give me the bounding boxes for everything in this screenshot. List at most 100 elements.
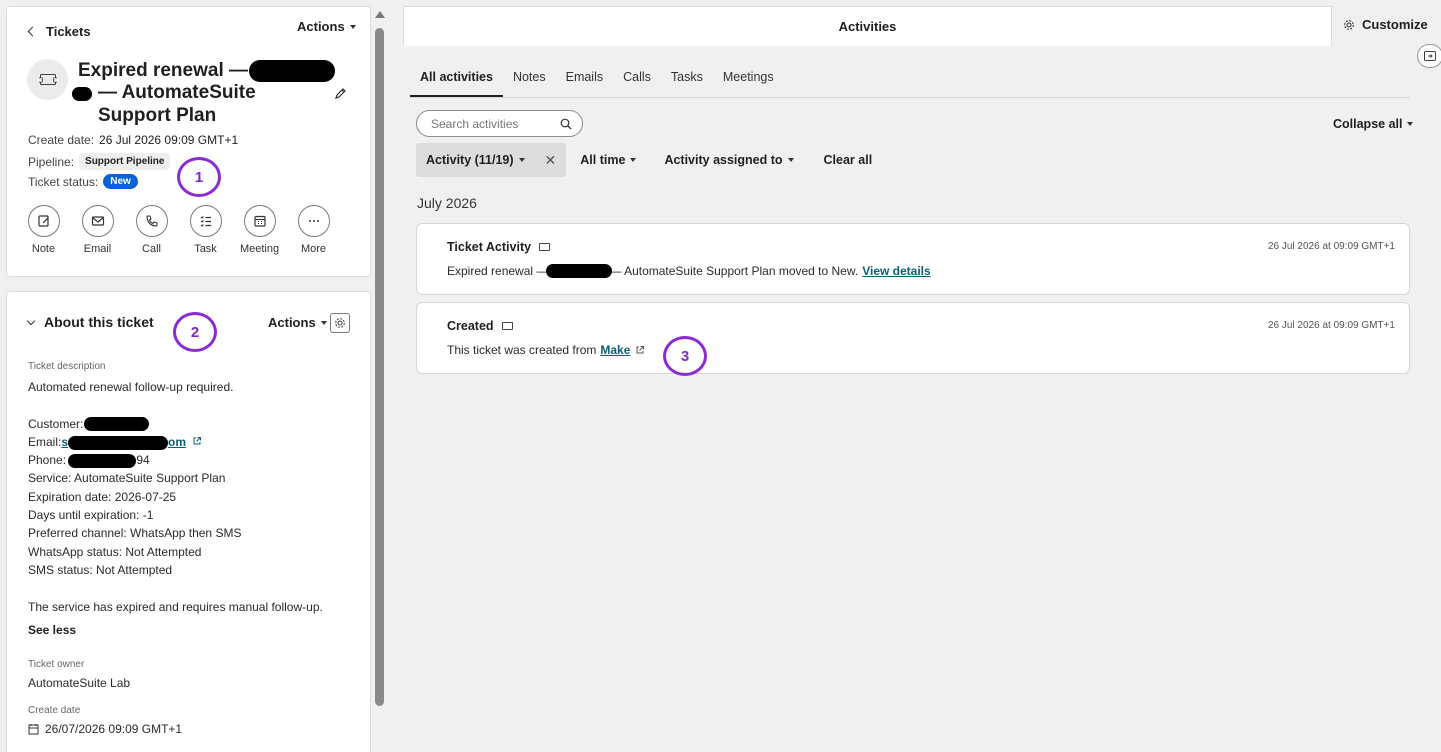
external-link-icon[interactable]	[192, 436, 202, 446]
caret-down-icon	[787, 158, 794, 162]
customize-button[interactable]: Customize	[1343, 17, 1428, 32]
email-action-button[interactable]	[81, 205, 114, 237]
status-badge[interactable]: New	[103, 174, 138, 189]
description-line: Automated renewal follow-up required.	[28, 380, 234, 394]
create-date-field[interactable]: 26/07/2026 09:09 GMT+1	[28, 722, 182, 736]
ticket-title-part1: Expired renewal —	[78, 60, 249, 82]
activity-timestamp: 26 Jul 2026 at 09:09 GMT+1	[1267, 320, 1395, 331]
email-link-end: om	[168, 434, 187, 449]
tab-tasks[interactable]: Tasks	[661, 70, 713, 98]
email-link-start: s	[61, 434, 69, 449]
gear-icon	[335, 318, 345, 328]
header-actions-button[interactable]: Actions	[297, 19, 356, 34]
activity-card[interactable]: Created 26 Jul 2026 at 09:09 GMT+1 This …	[416, 302, 1410, 376]
annotation-marker-3: 3	[663, 336, 707, 376]
assigned-filter-button[interactable]: Activity assigned to	[650, 143, 807, 177]
call-action[interactable]: Call	[135, 205, 168, 255]
sidebar-toggle-button[interactable]	[1417, 44, 1441, 68]
ticket-description: Automated renewal follow-up required. Cu…	[28, 378, 348, 616]
tab-meetings[interactable]: Meetings	[713, 70, 784, 98]
about-section-title: About this ticket	[44, 314, 154, 330]
about-settings-button[interactable]	[330, 313, 350, 333]
activity-body-end: — AutomateSuite Support Plan moved to Ne…	[609, 264, 859, 278]
whatsapp-line: WhatsApp status: Not Attempted	[28, 544, 202, 559]
activity-tabs: All activities Notes Emails Calls Tasks …	[410, 70, 784, 98]
ticket-icon	[501, 322, 513, 330]
task-action-button[interactable]	[189, 205, 222, 237]
ticket-avatar	[27, 59, 68, 100]
redaction-mark	[72, 86, 92, 101]
tab-calls[interactable]: Calls	[613, 70, 661, 98]
customer-label: Customer:	[28, 416, 84, 431]
task-icon	[200, 216, 211, 227]
activity-title-text: Ticket Activity	[447, 240, 532, 254]
note-action[interactable]: Note	[27, 205, 60, 255]
panel-toggle-icon	[1424, 51, 1436, 61]
time-filter-label: All time	[580, 153, 626, 167]
create-date-field-label: Create date	[28, 705, 81, 716]
note-action-button[interactable]	[27, 205, 60, 237]
make-link[interactable]: Make	[600, 343, 630, 357]
activity-search[interactable]	[416, 110, 583, 137]
caret-down-icon	[320, 320, 327, 325]
activity-title: Ticket Activity	[447, 240, 551, 254]
clear-all-button[interactable]: Clear all	[808, 143, 887, 177]
caret-down-icon	[630, 158, 637, 162]
chevron-down-icon	[26, 316, 36, 325]
time-filter-button[interactable]: All time	[566, 143, 650, 177]
chevron-left-icon	[27, 26, 38, 37]
activity-body-start: Expired renewal —	[447, 264, 549, 278]
note-icon	[37, 215, 49, 227]
caret-down-icon	[1407, 122, 1414, 126]
email-line: Email:s om	[28, 433, 348, 451]
pipeline-label: Pipeline:	[28, 154, 75, 169]
activity-filter-chip[interactable]: Activity (11/19) ✕	[416, 143, 567, 177]
days-line: Days until expiration: -1	[28, 508, 154, 523]
activities-panel-tab[interactable]: Activities	[403, 6, 1332, 46]
tab-all-activities[interactable]: All activities	[410, 70, 503, 98]
phone-line: Phone: +94	[28, 451, 348, 469]
edit-pencil-icon[interactable]	[334, 87, 347, 100]
pipeline-badge[interactable]: Support Pipeline	[79, 153, 171, 170]
external-link-icon[interactable]	[635, 345, 645, 355]
calendar-icon	[28, 724, 39, 735]
caret-down-icon	[518, 158, 525, 162]
email-link[interactable]: s om	[61, 434, 187, 450]
back-to-tickets-link[interactable]: Tickets	[27, 24, 91, 39]
owner-value[interactable]: AutomateSuite Lab	[28, 676, 130, 690]
tab-emails[interactable]: Emails	[556, 70, 614, 98]
activity-title-text: Created	[447, 319, 494, 333]
left-panel-scrollbar[interactable]	[373, 6, 387, 746]
scroll-thumb[interactable]	[375, 28, 384, 706]
owner-label: Ticket owner	[28, 659, 85, 670]
customize-label: Customize	[1362, 17, 1428, 32]
customer-line: Customer:	[28, 415, 348, 433]
tabs-divider	[410, 97, 1410, 98]
assigned-filter-label: Activity assigned to	[664, 153, 783, 167]
caret-down-icon	[349, 24, 356, 29]
sms-line: SMS status: Not Attempted	[28, 562, 173, 577]
description-blank-line	[28, 579, 348, 597]
about-actions-button[interactable]: Actions	[268, 315, 327, 330]
task-action[interactable]: Task	[189, 205, 222, 255]
ticket-icon	[37, 74, 58, 85]
meeting-action[interactable]: Meeting	[240, 205, 279, 255]
description-blank-line	[28, 396, 348, 414]
more-action-button[interactable]	[297, 205, 330, 237]
activity-card[interactable]: Ticket Activity 26 Jul 2026 at 09:09 GMT…	[416, 223, 1410, 295]
call-action-button[interactable]	[135, 205, 168, 237]
activity-body: This ticket was created from Make	[447, 343, 645, 357]
tab-notes[interactable]: Notes	[503, 70, 556, 98]
clear-filter-icon[interactable]: ✕	[545, 152, 557, 169]
more-action[interactable]: More	[297, 205, 330, 255]
search-input[interactable]	[431, 116, 551, 131]
see-less-link[interactable]: See less	[28, 623, 76, 637]
collapse-all-button[interactable]: Collapse all	[1333, 117, 1414, 131]
meeting-action-button[interactable]	[243, 205, 276, 237]
view-details-link[interactable]: View details	[862, 264, 930, 278]
scroll-up-arrow-icon[interactable]	[375, 11, 385, 18]
search-icon[interactable]	[560, 118, 572, 130]
email-action[interactable]: Email	[81, 205, 114, 255]
about-section-toggle[interactable]: About this ticket	[26, 314, 154, 330]
note-action-label: Note	[31, 243, 56, 255]
